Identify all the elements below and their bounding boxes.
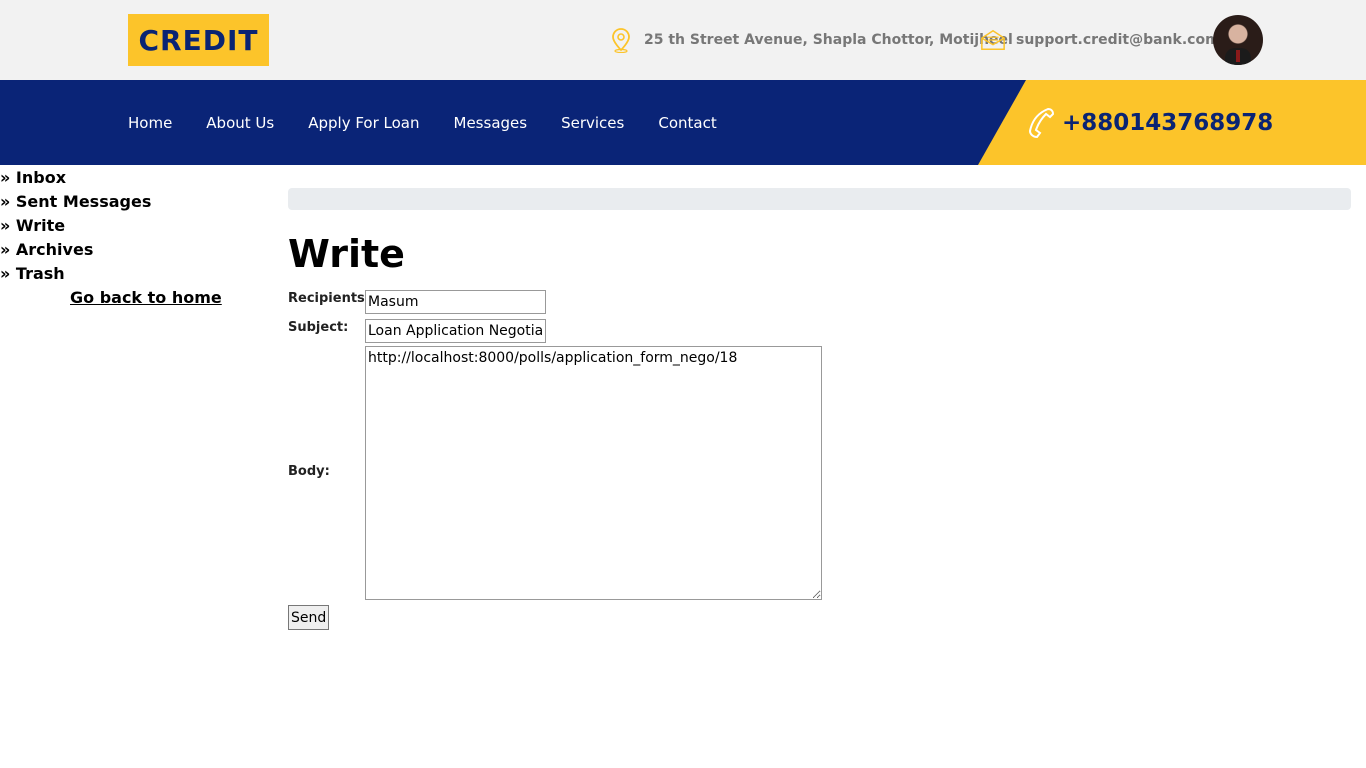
logo[interactable]: CREDIT [128,14,269,66]
message-sidebar: » Inbox » Sent Messages » Write » Archiv… [0,166,280,310]
avatar-tie [1236,50,1240,62]
nav-contact[interactable]: Contact [658,114,716,132]
sidebar-item-archives[interactable]: » Archives [0,238,280,262]
logo-text: CREDIT [138,23,259,57]
recipients-label: Recipients: [288,291,370,306]
nav-apply-for-loan[interactable]: Apply For Loan [308,114,419,132]
recipients-input[interactable] [365,290,546,314]
main-nav: Home About Us Apply For Loan Messages Se… [128,80,751,165]
sidebar-item-inbox[interactable]: » Inbox [0,166,280,190]
breadcrumb [288,188,1351,210]
body-label: Body: [288,464,330,479]
user-avatar[interactable] [1213,15,1263,65]
phone-number: +880143768978 [1062,109,1274,136]
page-title: Write [288,232,405,276]
envelope-icon [980,27,1006,53]
subject-label: Subject: [288,320,349,335]
email-text: support.credit@bank.com [1016,32,1220,48]
location-pin-icon [608,27,634,53]
sidebar-item-sent-messages[interactable]: » Sent Messages [0,190,280,214]
sidebar-item-trash[interactable]: » Trash [0,262,280,286]
address-info: 25 th Street Avenue, Shapla Chottor, Mot… [608,26,1013,54]
sidebar-item-write[interactable]: » Write [0,214,280,238]
body-textarea[interactable]: http://localhost:8000/polls/application_… [365,346,822,600]
subject-input[interactable] [365,319,546,343]
top-bar: CREDIT 25 th Street Avenue, Shapla Chott… [0,0,1366,80]
nav-messages[interactable]: Messages [454,114,528,132]
phone-icon [1026,106,1056,140]
go-back-home-link[interactable]: Go back to home [70,286,280,310]
send-button[interactable]: Send [288,605,330,630]
address-text: 25 th Street Avenue, Shapla Chottor, Mot… [644,32,1013,48]
nav-about-us[interactable]: About Us [206,114,274,132]
email-info[interactable]: support.credit@bank.com [980,26,1220,54]
nav-home[interactable]: Home [128,114,172,132]
nav-services[interactable]: Services [561,114,624,132]
phone-contact[interactable]: +880143768978 [1026,80,1273,165]
